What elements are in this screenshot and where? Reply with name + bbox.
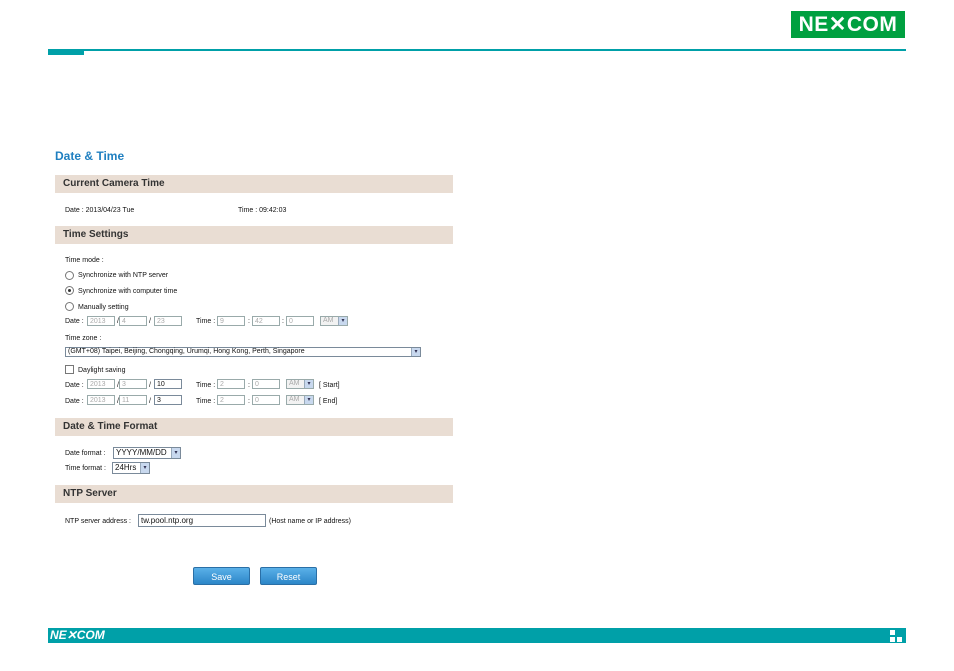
chevron-down-icon: ▾ [338,317,347,325]
manual-minute-input[interactable]: 42 [252,316,280,326]
manual-hour-input[interactable]: 9 [217,316,245,326]
ampm-value: AM [323,317,334,324]
sep: / [149,382,151,389]
dst-end-hour-input[interactable]: 2 [217,395,245,405]
time-format-select[interactable]: 24Hrs ▾ [112,462,150,474]
date-format-value: YYYY/MM/DD [116,448,167,457]
nexcom-logo: NE✕COM [791,11,905,38]
radio-manual-label: Manually setting [78,304,129,311]
ampm-value: AM [289,396,300,403]
sep: / [149,318,151,325]
manual-month-input[interactable]: 4 [119,316,147,326]
section-header: NTP Server [63,488,117,499]
manual-ampm-select[interactable]: AM ▾ [320,316,348,326]
dst-start-tag: [ Start] [319,382,340,389]
save-button[interactable]: Save [193,567,250,585]
chevron-down-icon: ▾ [171,448,180,458]
section-date-time-format: Date & Time Format [55,418,453,436]
footer-logo: NE✕COM [50,628,105,642]
sep: : [248,398,250,405]
sep: : [282,318,284,325]
chevron-down-icon: ▾ [304,380,313,388]
page-title: Date & Time [55,149,125,163]
ntp-address-label: NTP server address : [65,518,132,525]
timezone-select[interactable]: (GMT+08) Taipei, Beijing, Chongqing, Uru… [65,347,421,357]
footer-bar [48,628,906,643]
dst-end-year-input[interactable]: 2013 [87,395,115,405]
header-rule-tab [48,49,84,55]
ntp-address-hint: (Host name or IP address) [269,518,351,525]
chevron-down-icon: ▾ [140,463,149,473]
section-header: Current Camera Time [63,178,165,189]
ampm-value: AM [289,380,300,387]
time-mode-label: Time mode : [65,257,104,264]
reset-button[interactable]: Reset [260,567,317,585]
dst-start-day-input[interactable]: 10 [154,379,182,389]
timezone-label: Time zone : [65,335,102,342]
daylight-saving-checkbox[interactable] [65,365,74,374]
section-current-camera-time: Current Camera Time [55,175,453,193]
dst-start-year-input[interactable]: 2013 [87,379,115,389]
manual-year-input[interactable]: 2013 [87,316,115,326]
date-format-select[interactable]: YYYY/MM/DD ▾ [113,447,181,459]
radio-ntp[interactable] [65,271,74,280]
manual-day-input[interactable]: 23 [154,316,182,326]
dst-start-month-input[interactable]: 3 [119,379,147,389]
manual-second-input[interactable]: 0 [286,316,314,326]
sep: : [248,318,250,325]
daylight-saving-label: Daylight saving [78,367,126,374]
dst-start-time-label: Time : [196,382,216,389]
section-time-settings: Time Settings [55,226,453,244]
dst-end-time-label: Time : [196,398,216,405]
radio-computer-time[interactable] [65,286,74,295]
manual-date-label: Date : [65,318,84,325]
dst-end-month-input[interactable]: 11 [119,395,147,405]
section-header: Time Settings [63,229,129,240]
dst-start-ampm-select[interactable]: AM ▾ [286,379,314,389]
sep: / [149,398,151,405]
section-header: Date & Time Format [63,421,158,432]
dst-end-minute-input[interactable]: 0 [252,395,280,405]
dst-end-date-label: Date : [65,398,84,405]
chevron-down-icon: ▾ [304,396,313,404]
footer-square-icon [890,637,895,642]
current-date: Date : 2013/04/23 Tue [65,207,135,214]
dst-start-minute-input[interactable]: 0 [252,379,280,389]
radio-ntp-label: Synchronize with NTP server [78,272,169,279]
section-ntp-server: NTP Server [55,485,453,503]
dst-end-day-input[interactable]: 3 [154,395,182,405]
date-format-label: Date format : [65,450,106,457]
time-format-label: Time format : [65,465,106,472]
radio-manual[interactable] [65,302,74,311]
chevron-down-icon: ▾ [411,348,420,356]
current-time: Time : 09:42:03 [238,207,287,214]
timezone-value: (GMT+08) Taipei, Beijing, Chongqing, Uru… [68,348,305,355]
time-format-value: 24Hrs [115,463,137,472]
footer-square-icon [890,630,895,635]
logo-text: NE✕COM [798,13,898,36]
dst-start-date-label: Date : [65,382,84,389]
manual-time-label: Time : [196,318,216,325]
footer-square-icon [897,637,902,642]
dst-end-tag: [ End] [319,398,338,405]
sep: : [248,382,250,389]
ntp-address-input[interactable]: tw.pool.ntp.org [138,514,266,527]
header-rule [48,49,906,51]
dst-end-ampm-select[interactable]: AM ▾ [286,395,314,405]
dst-start-hour-input[interactable]: 2 [217,379,245,389]
radio-computer-time-label: Synchronize with computer time [78,288,178,295]
